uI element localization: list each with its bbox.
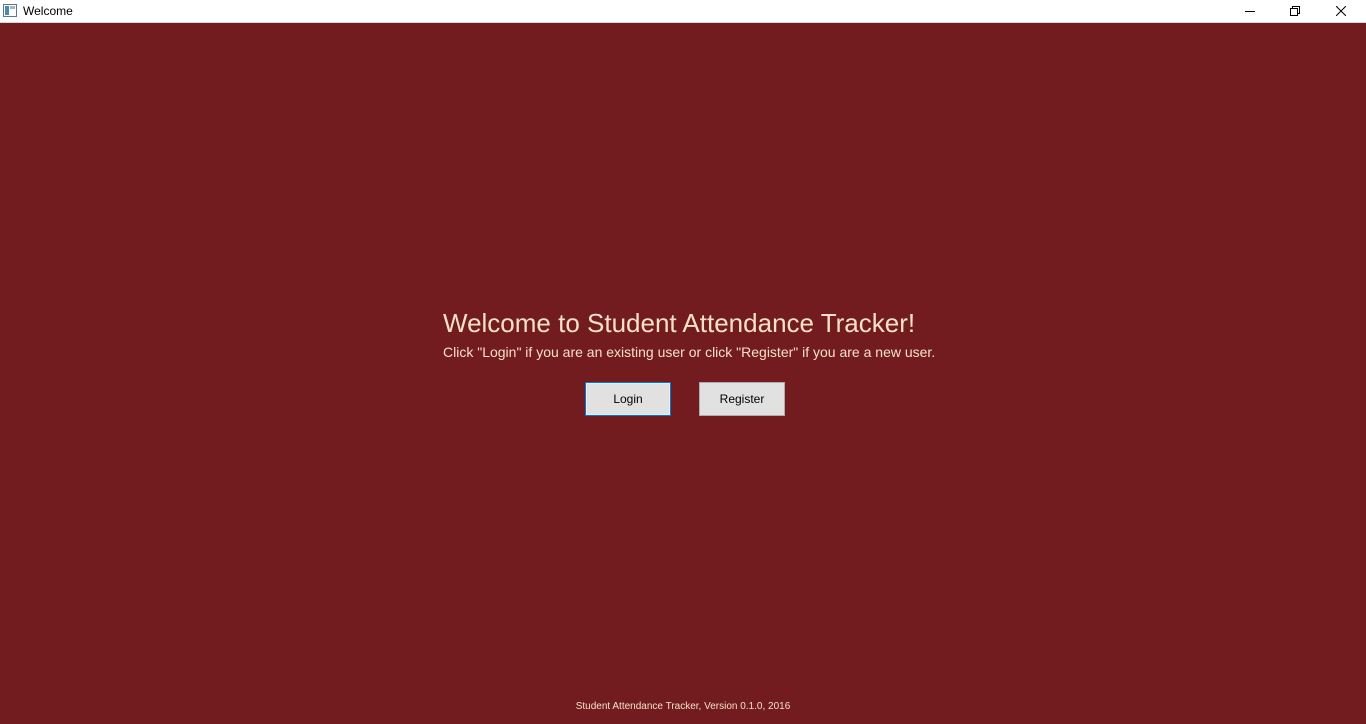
close-button[interactable] xyxy=(1318,0,1364,22)
title-bar[interactable]: Welcome xyxy=(0,0,1366,23)
register-button[interactable]: Register xyxy=(699,382,785,416)
restore-button[interactable] xyxy=(1272,0,1318,22)
welcome-content: Welcome to Student Attendance Tracker! C… xyxy=(0,23,1366,724)
minimize-icon xyxy=(1245,11,1255,12)
window-title: Welcome xyxy=(23,4,73,18)
login-button[interactable]: Login xyxy=(585,382,671,416)
welcome-heading: Welcome to Student Attendance Tracker! xyxy=(443,308,916,338)
app-window-icon xyxy=(3,4,17,17)
minimize-button[interactable] xyxy=(1227,0,1273,22)
version-footer: Student Attendance Tracker, Version 0.1.… xyxy=(575,701,791,712)
restore-icon xyxy=(1290,6,1300,16)
welcome-instructions: Click "Login" if you are an existing use… xyxy=(443,344,936,360)
welcome-window: Welcome Welcome to Student Attendance Tr… xyxy=(0,0,1366,724)
close-icon xyxy=(1336,6,1346,16)
